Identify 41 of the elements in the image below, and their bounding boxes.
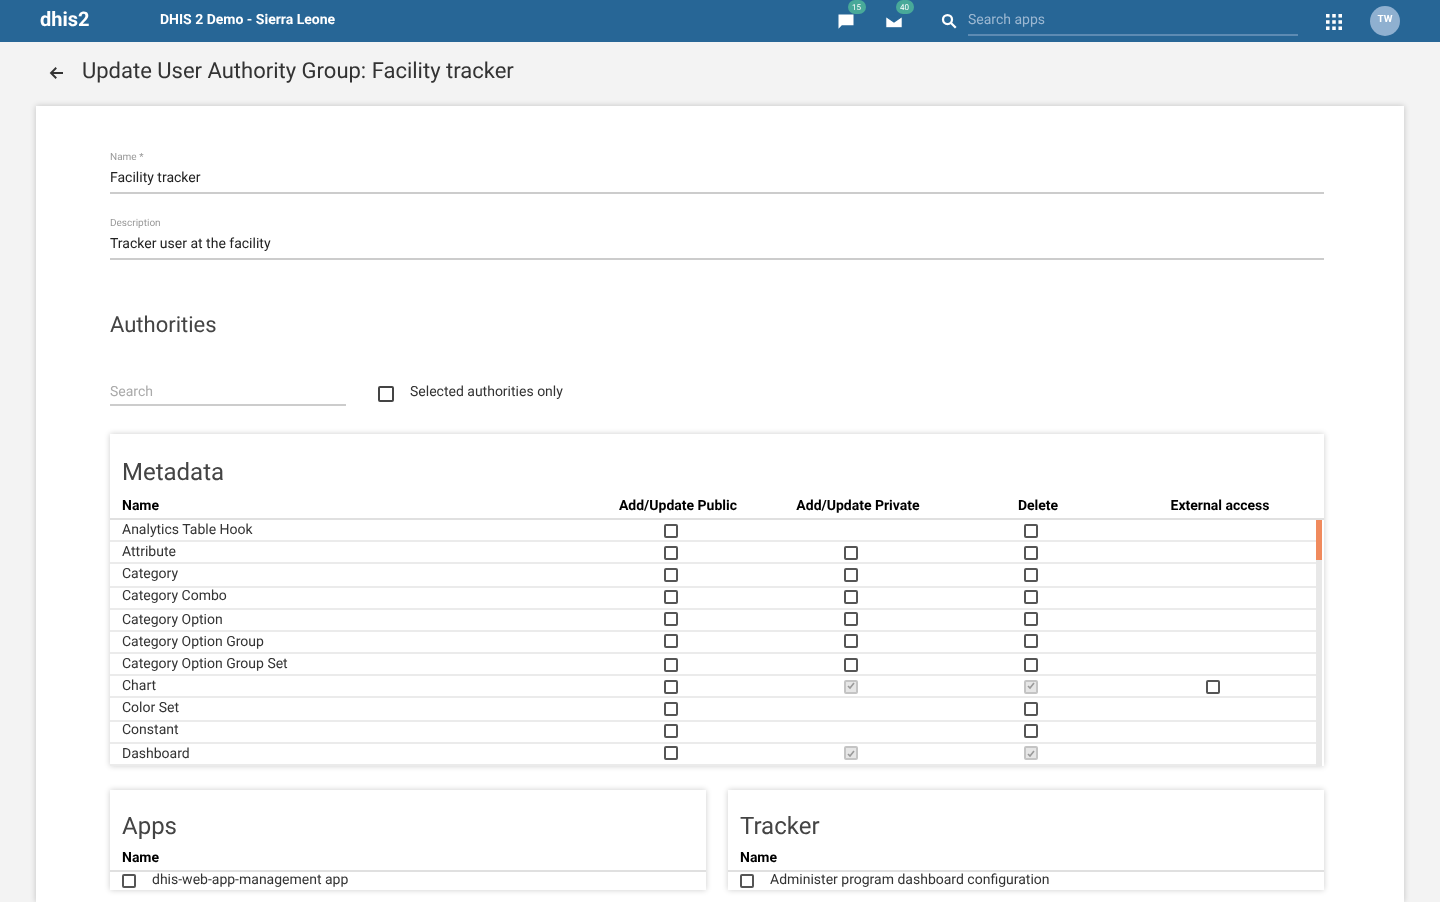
apps-grid-icon[interactable] [1326, 13, 1342, 29]
checkbox[interactable] [663, 634, 677, 649]
checkbox[interactable] [843, 612, 857, 627]
panel-title: Tracker [740, 812, 820, 840]
checkbox[interactable] [122, 874, 136, 888]
panel-title: Apps [122, 812, 177, 840]
checkbox[interactable] [663, 590, 677, 605]
back-arrow-icon[interactable] [48, 63, 66, 81]
checkbox[interactable] [843, 657, 857, 672]
checkbox[interactable] [843, 634, 857, 649]
checkbox[interactable] [843, 545, 857, 560]
checkbox[interactable] [1205, 679, 1219, 694]
checkbox[interactable] [1023, 702, 1037, 717]
logo[interactable]: dhis2 [40, 6, 160, 36]
checkbox[interactable] [378, 385, 394, 401]
checkbox[interactable] [1023, 590, 1037, 605]
checkbox[interactable] [663, 746, 677, 761]
checkbox[interactable] [1023, 657, 1037, 672]
page-title: Update User Authority Group: Facility tracker [82, 55, 514, 88]
checkbox[interactable] [1023, 523, 1037, 538]
checkbox[interactable] [663, 612, 677, 627]
checkbox[interactable] [663, 545, 677, 560]
checkbox[interactable] [1023, 612, 1037, 627]
checkbox[interactable] [663, 679, 677, 694]
search-icon [940, 12, 958, 30]
checkbox[interactable] [663, 657, 677, 672]
checkbox[interactable] [843, 567, 857, 582]
checkbox[interactable] [1023, 545, 1037, 560]
checkbox[interactable] [740, 874, 754, 888]
checkbox[interactable] [663, 567, 677, 582]
checkbox[interactable] [1023, 567, 1037, 582]
checkbox[interactable] [663, 724, 677, 739]
checkbox[interactable] [1023, 724, 1037, 739]
section-heading: Authorities [110, 312, 219, 340]
checkbox[interactable] [663, 702, 677, 717]
checkbox[interactable] [1023, 634, 1037, 649]
panel-title: Metadata [122, 458, 225, 486]
mail-icon[interactable] [884, 11, 904, 31]
checkbox[interactable] [663, 523, 677, 538]
checkbox[interactable] [843, 590, 857, 605]
chat-icon[interactable] [836, 11, 856, 31]
